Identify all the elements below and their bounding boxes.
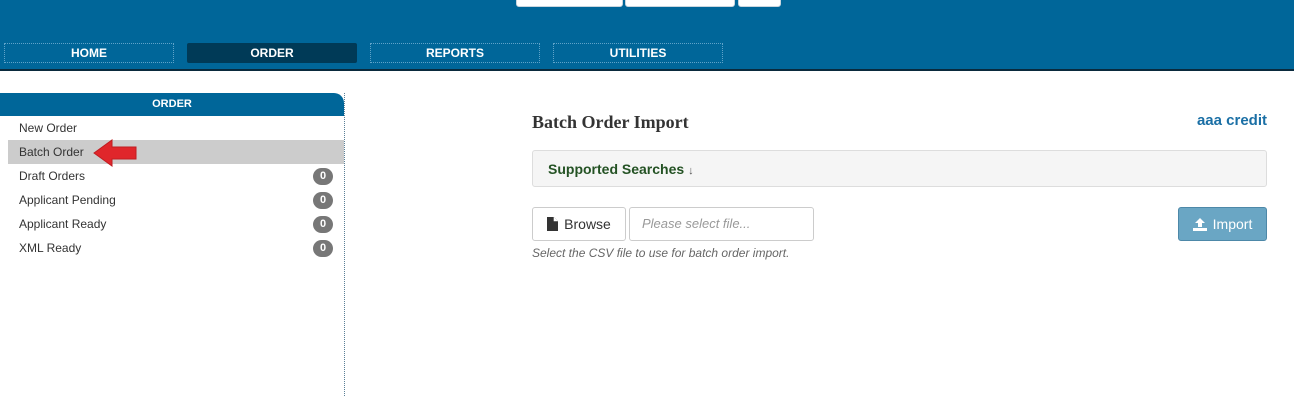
page-title: Batch Order Import (532, 112, 689, 132)
sidebar-item-xml-ready[interactable]: XML Ready 0 (0, 236, 344, 260)
sidebar-item-label: Batch Order (19, 145, 84, 159)
top-button-3[interactable] (738, 0, 781, 7)
tab-utilities[interactable]: UTILITIES (553, 43, 723, 63)
count-badge: 0 (313, 168, 333, 185)
supported-searches-panel: Supported Searches ↓ (532, 150, 1267, 187)
top-button-1[interactable] (516, 0, 623, 7)
count-badge: 0 (313, 240, 333, 257)
count-badge: 0 (313, 192, 333, 209)
arrow-down-icon: ↓ (688, 165, 694, 177)
file-input[interactable]: Please select file... (629, 207, 814, 241)
panel-title-label: Supported Searches (548, 161, 685, 177)
account-link[interactable]: aaa credit (1197, 112, 1267, 129)
sidebar-list: New Order Batch Order Draft Orders 0 App… (0, 116, 344, 260)
sidebar-item-label: XML Ready (19, 241, 82, 255)
import-button[interactable]: Import (1178, 207, 1267, 241)
top-header: HOME ORDER REPORTS UTILITIES (0, 0, 1294, 71)
sidebar-item-batch-order[interactable]: Batch Order (8, 140, 344, 164)
sidebar-item-label: Draft Orders (19, 169, 86, 183)
browse-button[interactable]: Browse (532, 207, 626, 241)
upload-icon (1192, 217, 1207, 231)
import-label: Import (1212, 216, 1253, 232)
sidebar-item-label: Applicant Ready (19, 217, 107, 231)
supported-searches-toggle[interactable]: Supported Searches ↓ (548, 161, 694, 177)
file-icon (547, 217, 559, 231)
tab-home[interactable]: HOME (4, 43, 174, 63)
sidebar-item-draft-orders[interactable]: Draft Orders 0 (0, 164, 344, 188)
top-button-2[interactable] (625, 0, 735, 7)
sidebar-header: ORDER (0, 93, 344, 116)
sidebar-item-new-order[interactable]: New Order (0, 116, 344, 140)
sidebar-item-label: New Order (19, 121, 78, 135)
red-arrow-icon (93, 139, 137, 167)
browse-label: Browse (564, 216, 611, 232)
sidebar-item-applicant-ready[interactable]: Applicant Ready 0 (0, 212, 344, 236)
sidebar: ORDER New Order Batch Order Draft Orders… (0, 93, 345, 396)
sidebar-item-applicant-pending[interactable]: Applicant Pending 0 (0, 188, 344, 212)
tab-order[interactable]: ORDER (187, 43, 357, 63)
tab-reports[interactable]: REPORTS (370, 43, 540, 63)
sidebar-item-label: Applicant Pending (19, 193, 116, 207)
help-text: Select the CSV file to use for batch ord… (532, 246, 790, 260)
count-badge: 0 (313, 216, 333, 233)
